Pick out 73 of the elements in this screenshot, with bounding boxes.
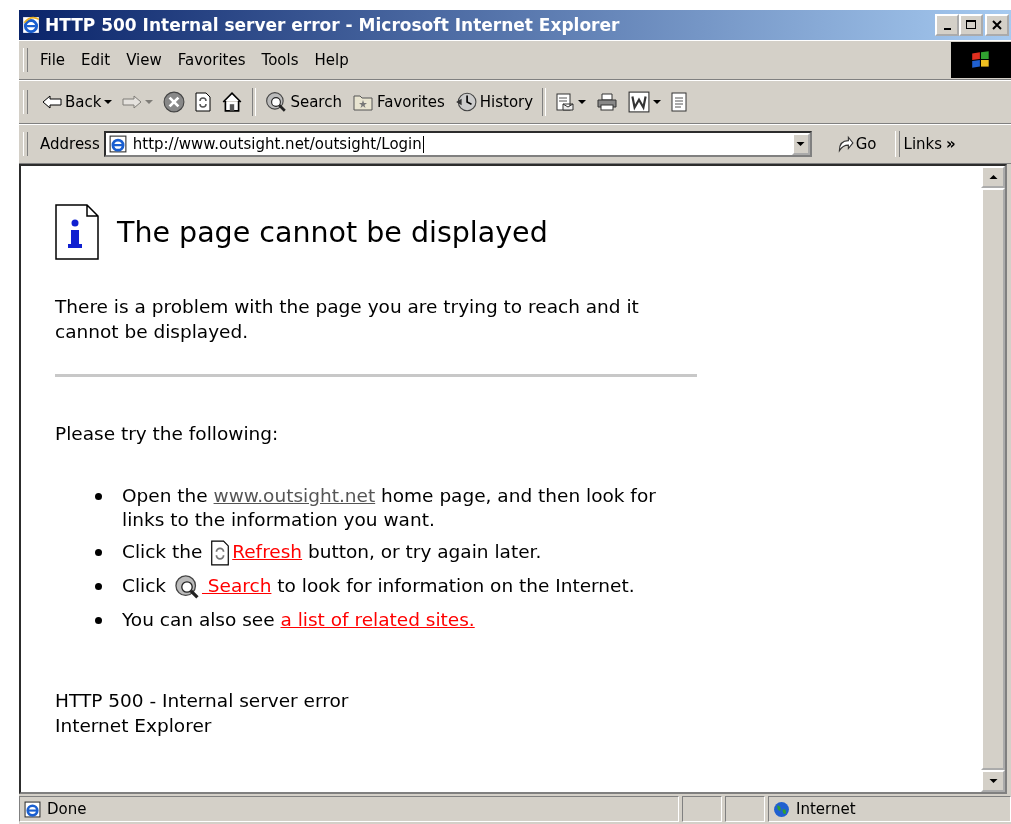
globe-icon xyxy=(773,800,790,818)
window-title: HTTP 500 Internal server error - Microsoft Internet Explorer xyxy=(45,15,621,35)
caret-icon xyxy=(796,141,806,147)
link[interactable]: Refresh xyxy=(232,541,303,562)
suggestions-prompt: Please try the following: xyxy=(55,423,280,444)
page-heading: The page cannot be displayed xyxy=(117,215,548,249)
error-footer-line: Internet Explorer xyxy=(55,714,213,738)
home-page-link[interactable]: www.outsight.net xyxy=(213,485,376,506)
error-description: There is a problem with the page you are trying to reach and it cannot be displayed. xyxy=(55,295,640,344)
down-arrow-icon xyxy=(988,778,998,784)
link[interactable]: Search xyxy=(201,575,272,596)
menu-item[interactable]: Favorites xyxy=(173,51,258,69)
bullet-icon xyxy=(95,549,102,556)
refresh-icon xyxy=(210,540,231,566)
bullet-icon xyxy=(95,493,102,500)
info-page-icon xyxy=(55,204,99,260)
status-pane xyxy=(682,796,722,822)
bullet-icon xyxy=(95,583,102,590)
address-field[interactable]: http://www.outsight.net/outsight/Login xyxy=(103,131,812,157)
scroll-down-button[interactable] xyxy=(981,770,1005,792)
link[interactable]: a list of related sites. xyxy=(280,609,475,630)
document-edit-icon xyxy=(628,91,651,113)
caret-icon xyxy=(104,99,113,105)
printer-icon xyxy=(596,92,619,112)
suggestion-text: Click the Refresh button, or try again later. xyxy=(122,540,692,566)
windows-logo-icon xyxy=(951,42,1011,78)
refresh-icon xyxy=(195,91,212,113)
menu-item[interactable]: Tools xyxy=(257,51,311,69)
search-icon xyxy=(173,574,200,600)
favorites-button[interactable]: Favorites xyxy=(347,86,449,118)
home-icon xyxy=(221,91,244,113)
star-folder-icon xyxy=(351,93,374,111)
history-button[interactable]: History xyxy=(450,86,538,118)
security-zone: Internet xyxy=(796,800,856,818)
menu-item[interactable]: View xyxy=(122,51,174,69)
search-button[interactable]: Search xyxy=(261,86,346,118)
minimize-button[interactable] xyxy=(935,14,959,36)
scroll-up-button[interactable] xyxy=(981,166,1005,188)
right-arrow-icon xyxy=(122,94,143,110)
search-icon xyxy=(265,91,288,113)
ie-logo-icon xyxy=(22,16,40,34)
links-button[interactable]: Links xyxy=(903,135,943,153)
go-button[interactable]: Go xyxy=(829,134,883,154)
menu-item[interactable]: Help xyxy=(310,51,361,69)
suggestion-text: You can also see a list of related sites. xyxy=(122,608,476,632)
stop-icon xyxy=(163,91,186,113)
suggestion-text: Click Search to look for information on the Internet. xyxy=(122,574,692,600)
address-label: Address xyxy=(40,135,100,153)
menu-item[interactable]: Edit xyxy=(77,51,123,69)
error-footer-line: HTTP 500 - Internal server error xyxy=(55,689,350,713)
suggestion-text: Open the www.outsight.net home page, and then look for links to the information you want. xyxy=(122,484,657,532)
dropdown-button[interactable] xyxy=(791,133,810,155)
status-pane xyxy=(725,796,765,822)
caret-icon xyxy=(145,99,154,105)
minimize-icon xyxy=(943,27,951,30)
back-button[interactable]: Back xyxy=(38,86,117,118)
page-icon xyxy=(108,135,127,153)
caret-icon xyxy=(653,99,662,105)
menu-item[interactable]: File xyxy=(36,51,78,69)
close-icon xyxy=(991,19,1003,31)
caret-icon xyxy=(578,99,587,105)
page-icon xyxy=(24,800,41,818)
more-chevron-button[interactable]: » xyxy=(946,135,956,153)
mail-icon xyxy=(555,92,576,112)
clock-icon xyxy=(454,91,477,113)
maximize-button[interactable] xyxy=(959,14,983,36)
close-button[interactable] xyxy=(985,14,1009,36)
maximize-icon xyxy=(965,19,977,31)
up-arrow-icon xyxy=(988,174,998,180)
status-text: Done xyxy=(47,800,87,818)
bullet-icon xyxy=(95,617,102,624)
left-arrow-icon xyxy=(42,94,62,110)
notes-icon xyxy=(671,91,688,113)
